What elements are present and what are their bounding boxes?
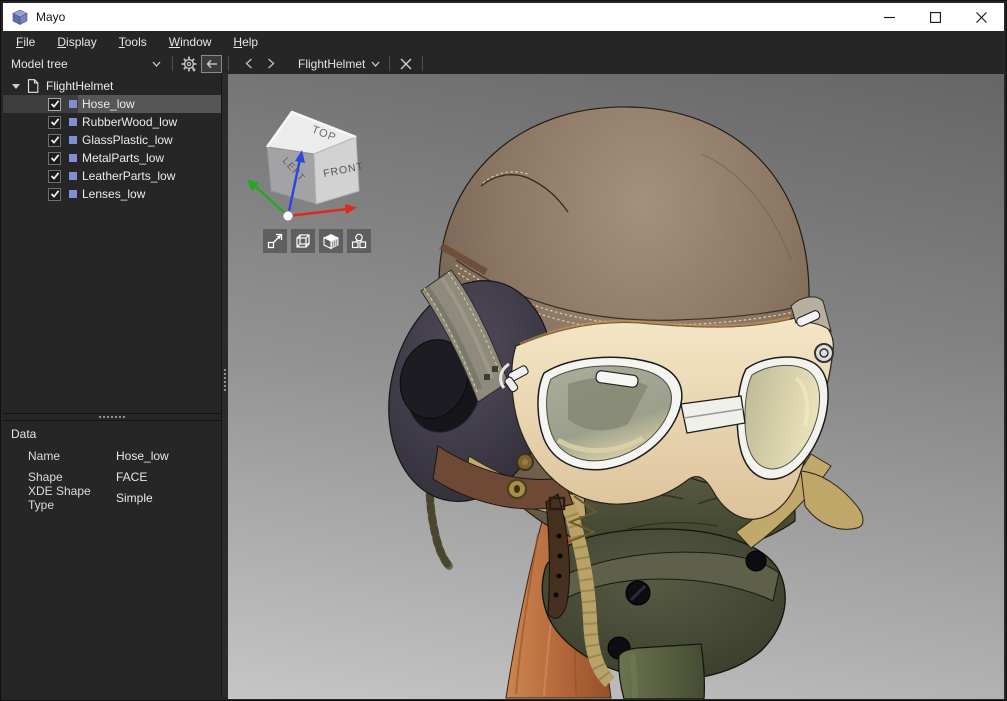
main-toolbar: Model tree — [3, 53, 1004, 74]
title-bar: Mayo — [3, 3, 1004, 31]
toolbar-separator — [172, 56, 173, 71]
menu-bar: File Display Tools Window Help — [3, 31, 1004, 53]
toolbar-separator — [389, 56, 390, 71]
panel-selector-value: Model tree — [11, 57, 146, 71]
view-cube-faces[interactable]: TOP LEFT FRONT — [267, 112, 365, 204]
document-selector-combo[interactable]: FlightHelmet — [298, 54, 380, 73]
part-icon — [69, 100, 77, 108]
fit-view-button[interactable] — [263, 229, 287, 253]
part-icon — [69, 118, 77, 126]
viewport-buttons — [263, 229, 371, 253]
data-panel-title: Data — [3, 421, 221, 445]
visibility-checkbox[interactable] — [48, 98, 61, 111]
tree-row-metalparts-low[interactable]: MetalParts_low — [3, 149, 221, 167]
menu-tools[interactable]: Tools — [110, 33, 156, 51]
visibility-checkbox[interactable] — [48, 134, 61, 147]
tree-row-leatherparts-low[interactable]: LeatherParts_low — [3, 167, 221, 185]
part-icon — [69, 190, 77, 198]
view-cube[interactable]: TOP LEFT FRONT — [246, 104, 406, 229]
toolbar-separator — [228, 56, 229, 71]
menu-file[interactable]: File — [7, 33, 44, 51]
tree-row-glassplastic-low[interactable]: GlassPlastic_low — [3, 131, 221, 149]
visibility-checkbox[interactable] — [48, 116, 61, 129]
part-icon — [69, 136, 77, 144]
model-tree-panel: FlightHelmet Hose_low RubberWood_low Gla… — [3, 74, 222, 697]
document-icon — [27, 79, 39, 93]
close-document-button[interactable] — [393, 54, 419, 73]
prev-icon — [245, 58, 253, 69]
data-row-xde-shape-type: XDE Shape Type Simple — [3, 487, 221, 508]
dropdown-arrow-icon — [192, 69, 196, 71]
app-logo-cube-icon — [12, 9, 28, 25]
3d-viewport[interactable]: TOP LEFT FRONT — [228, 74, 1004, 699]
collapse-panel-button[interactable] — [201, 55, 222, 73]
chevron-down-icon — [371, 61, 380, 67]
tree-row-lenses-low[interactable]: Lenses_low — [3, 185, 221, 203]
part-icon — [69, 154, 77, 162]
tree-row-rubberwood-low[interactable]: RubberWood_low — [3, 113, 221, 131]
wireframe-cube-icon — [294, 232, 312, 250]
wireframe-view-button[interactable] — [291, 229, 315, 253]
menu-help[interactable]: Help — [224, 33, 267, 51]
fit-view-icon — [266, 232, 284, 250]
toolbar-separator — [422, 56, 423, 71]
close-icon — [400, 58, 412, 70]
next-icon — [267, 58, 275, 69]
visibility-checkbox[interactable] — [48, 188, 61, 201]
shaded-cube-icon — [322, 232, 340, 250]
document-selector-value: FlightHelmet — [298, 57, 365, 71]
horizontal-splitter[interactable] — [3, 414, 221, 421]
panel-selector-combo[interactable]: Model tree — [3, 54, 169, 73]
shaded-view-button[interactable] — [319, 229, 343, 253]
exploded-view-button[interactable] — [347, 229, 371, 253]
exploded-assembly-icon — [350, 232, 368, 250]
origin-dot — [283, 211, 293, 221]
data-row-name: Name Hose_low — [3, 445, 221, 466]
tree-root-label: FlightHelmet — [46, 79, 113, 93]
menu-window[interactable]: Window — [160, 33, 221, 51]
chevron-down-icon — [152, 61, 161, 67]
visibility-checkbox[interactable] — [48, 170, 61, 183]
maximize-button[interactable] — [912, 3, 958, 31]
model-tree: FlightHelmet Hose_low RubberWood_low Gla… — [3, 74, 221, 414]
mayo-window: Mayo File Display Tools Window Help Mod — [0, 0, 1007, 701]
visibility-checkbox[interactable] — [48, 152, 61, 165]
gear-icon — [181, 56, 197, 72]
tree-options-button[interactable] — [176, 54, 201, 73]
tree-root-row[interactable]: FlightHelmet — [3, 77, 221, 95]
next-document-button[interactable] — [260, 54, 282, 73]
tree-expand-icon[interactable] — [12, 84, 20, 89]
data-panel: Data Name Hose_low Shape FACE XDE Shape … — [3, 421, 221, 697]
minimize-button[interactable] — [866, 3, 912, 31]
close-window-button[interactable] — [958, 3, 1004, 31]
part-icon — [69, 172, 77, 180]
window-title: Mayo — [36, 10, 65, 24]
previous-document-button[interactable] — [238, 54, 260, 73]
back-arrow-icon — [206, 59, 218, 69]
hose — [619, 644, 705, 699]
tree-row-hose-low[interactable]: Hose_low — [3, 95, 221, 113]
menu-display[interactable]: Display — [48, 33, 105, 51]
